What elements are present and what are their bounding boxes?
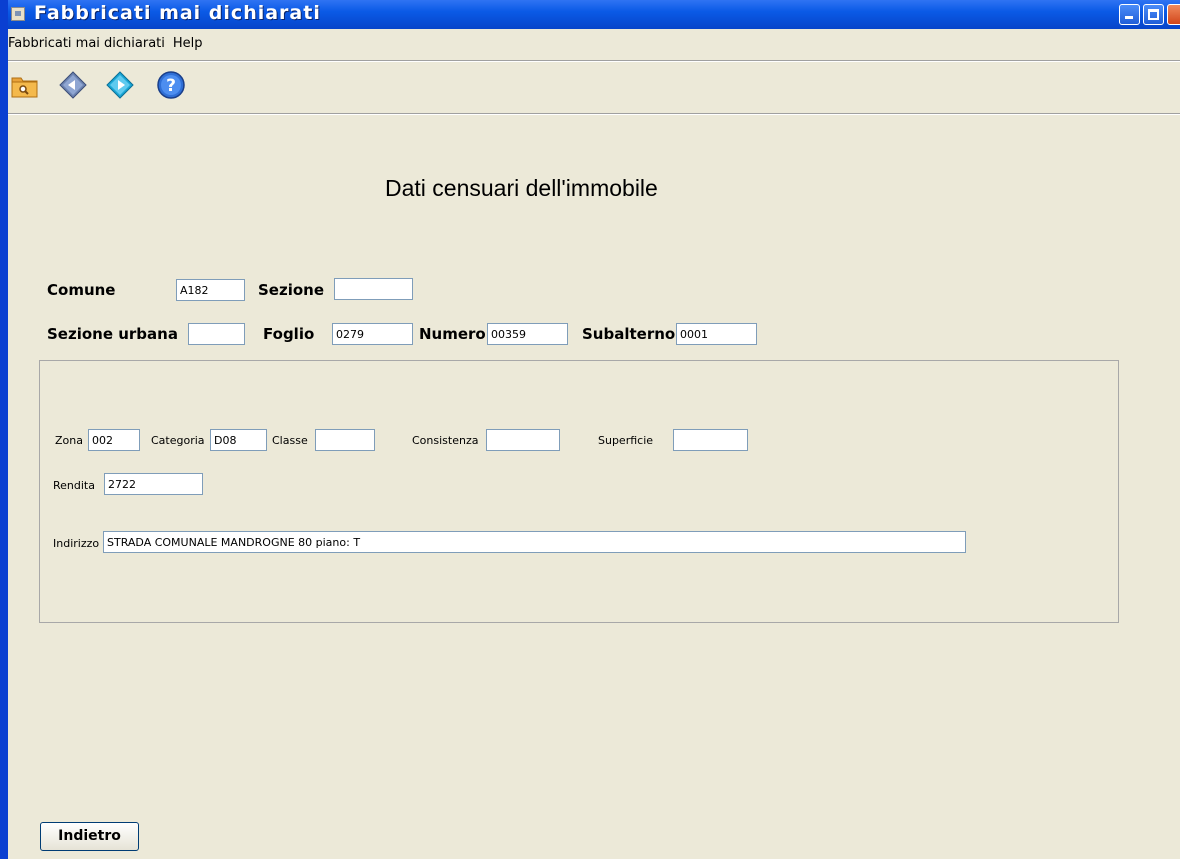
maximize-button[interactable] [1143, 4, 1164, 25]
window-border [0, 0, 8, 859]
rendita-label: Rendita [53, 479, 95, 492]
foglio-field[interactable]: 0279 [332, 323, 413, 345]
comune-field[interactable]: A182 [176, 279, 245, 301]
menu-item-fabbricati[interactable]: Fabbricati mai dichiarati [8, 36, 165, 51]
back-button[interactable]: Indietro [40, 822, 139, 851]
categoria-field[interactable]: D08 [210, 429, 267, 451]
superficie-field[interactable] [673, 429, 748, 451]
zona-field[interactable]: 002 [88, 429, 140, 451]
window-title: Fabbricati mai dichiarati [34, 2, 321, 24]
application-window: Fabbricati mai dichiarati Fabbricati mai… [0, 0, 1180, 859]
sezione-urbana-label: Sezione urbana [47, 325, 178, 343]
app-icon [11, 7, 25, 21]
diamond-back-icon[interactable] [58, 70, 88, 100]
minimize-button[interactable] [1119, 4, 1140, 25]
menu-item-help[interactable]: Help [173, 36, 203, 51]
diamond-forward-icon[interactable] [105, 70, 135, 100]
consistenza-field[interactable] [486, 429, 560, 451]
toolbar-separator [8, 113, 1180, 115]
foglio-label: Foglio [263, 325, 315, 343]
numero-label: Numero [419, 325, 486, 343]
indirizzo-label: Indirizzo [53, 537, 100, 550]
comune-label: Comune [47, 281, 116, 299]
superficie-label: Superficie [598, 434, 654, 447]
sezione-urbana-field[interactable] [188, 323, 245, 345]
classe-field[interactable] [315, 429, 375, 451]
classe-label: Classe [272, 434, 308, 447]
page-title: Dati censuari dell'immobile [385, 175, 658, 201]
menu-bar: Fabbricati mai dichiarati Help [8, 36, 211, 58]
subalterno-field[interactable]: 0001 [676, 323, 757, 345]
categoria-label: Categoria [151, 434, 205, 447]
help-icon[interactable]: ? [156, 70, 186, 100]
sezione-field[interactable] [334, 278, 413, 300]
sezione-label: Sezione [258, 281, 325, 299]
close-button[interactable] [1167, 4, 1180, 25]
title-bar[interactable]: Fabbricati mai dichiarati [8, 0, 1180, 29]
menu-separator [8, 60, 1180, 62]
indirizzo-field[interactable]: STRADA COMUNALE MANDROGNE 80 piano: T [103, 531, 966, 553]
subalterno-label: Subalterno [582, 325, 676, 343]
rendita-field[interactable]: 2722 [104, 473, 203, 495]
zona-label: Zona [55, 434, 83, 447]
folder-search-icon[interactable] [10, 70, 40, 100]
numero-field[interactable]: 00359 [487, 323, 568, 345]
consistenza-label: Consistenza [412, 434, 479, 447]
svg-text:?: ? [166, 76, 176, 96]
